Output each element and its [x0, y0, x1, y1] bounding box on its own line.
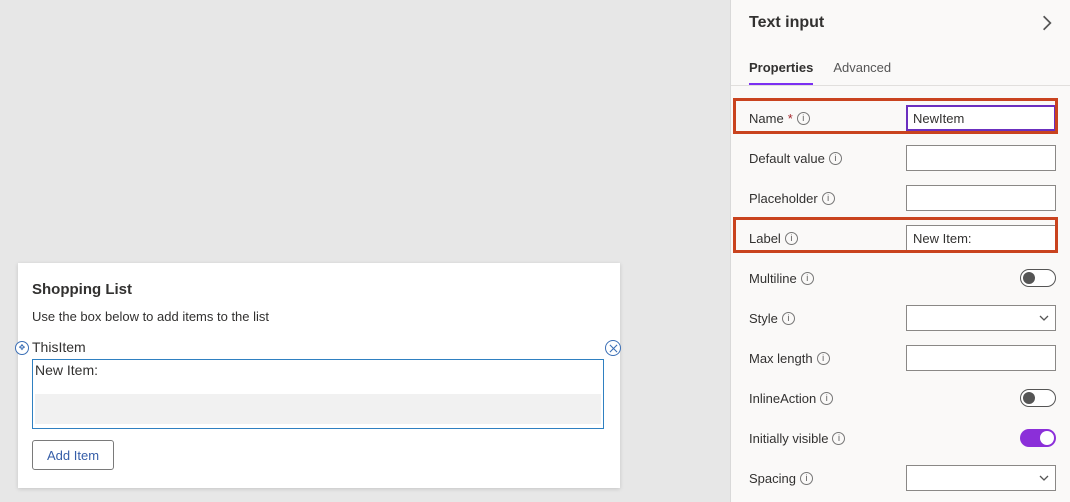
info-icon[interactable]: i — [829, 152, 842, 165]
label-initially-visible: Initially visible — [749, 431, 828, 446]
chevron-down-icon — [1039, 471, 1049, 486]
info-icon[interactable]: i — [785, 232, 798, 245]
info-icon[interactable]: i — [801, 272, 814, 285]
chevron-down-icon — [1039, 311, 1049, 326]
spacing-select[interactable] — [906, 465, 1056, 491]
row-placeholder: Placeholder i — [749, 178, 1056, 218]
info-icon[interactable]: i — [822, 192, 835, 205]
row-max-length: Max length i — [749, 338, 1056, 378]
default-value-field[interactable] — [906, 145, 1056, 171]
label-max-length: Max length — [749, 351, 813, 366]
info-icon[interactable]: i — [800, 472, 813, 485]
row-inline-action: InlineAction i — [749, 378, 1056, 418]
label-inline-action: InlineAction — [749, 391, 816, 406]
text-input-label: New Item: — [35, 362, 98, 378]
row-initially-visible: Initially visible i — [749, 418, 1056, 458]
selected-control-name: ThisItem — [32, 339, 86, 355]
label-label: Label — [749, 231, 781, 246]
multiline-toggle[interactable] — [1020, 269, 1056, 287]
panel-tabs: Properties Advanced — [731, 48, 1070, 86]
row-default-value: Default value i — [749, 138, 1056, 178]
label-placeholder: Placeholder — [749, 191, 818, 206]
text-input-field[interactable] — [35, 394, 601, 424]
chevron-right-icon[interactable] — [1038, 14, 1056, 32]
properties-panel: Text input Properties Advanced Name * i … — [730, 0, 1070, 502]
info-icon[interactable]: i — [782, 312, 795, 325]
name-field[interactable] — [906, 105, 1056, 131]
label-multiline: Multiline — [749, 271, 797, 286]
card-title: Shopping List — [32, 281, 132, 298]
row-label: Label i — [749, 218, 1056, 258]
selection-header: ✥ ThisItem — [32, 339, 617, 359]
info-icon[interactable]: i — [797, 112, 810, 125]
row-style: Style i — [749, 298, 1056, 338]
label-style: Style — [749, 311, 778, 326]
tab-properties[interactable]: Properties — [749, 54, 813, 85]
row-name: Name * i — [749, 98, 1056, 138]
panel-title: Text input — [731, 0, 1070, 48]
move-handle-icon[interactable]: ✥ — [15, 341, 29, 355]
label-field[interactable] — [906, 225, 1056, 251]
info-icon[interactable]: i — [820, 392, 833, 405]
style-select[interactable] — [906, 305, 1056, 331]
max-length-field[interactable] — [906, 345, 1056, 371]
row-multiline: Multiline i — [749, 258, 1056, 298]
app-canvas: Shopping List Use the box below to add i… — [0, 0, 730, 502]
info-icon[interactable]: i — [832, 432, 845, 445]
close-icon[interactable] — [605, 340, 621, 356]
placeholder-field[interactable] — [906, 185, 1056, 211]
row-spacing: Spacing i — [749, 458, 1056, 498]
inline-action-toggle[interactable] — [1020, 389, 1056, 407]
label-name: Name — [749, 111, 784, 126]
card-subtitle: Use the box below to add items to the li… — [32, 309, 269, 324]
label-default-value: Default value — [749, 151, 825, 166]
text-input-control[interactable]: New Item: — [32, 359, 604, 429]
info-icon[interactable]: i — [817, 352, 830, 365]
required-asterisk: * — [788, 111, 793, 126]
add-item-button[interactable]: Add Item — [32, 440, 114, 470]
initially-visible-toggle[interactable] — [1020, 429, 1056, 447]
tab-advanced[interactable]: Advanced — [833, 54, 891, 85]
label-spacing: Spacing — [749, 471, 796, 486]
